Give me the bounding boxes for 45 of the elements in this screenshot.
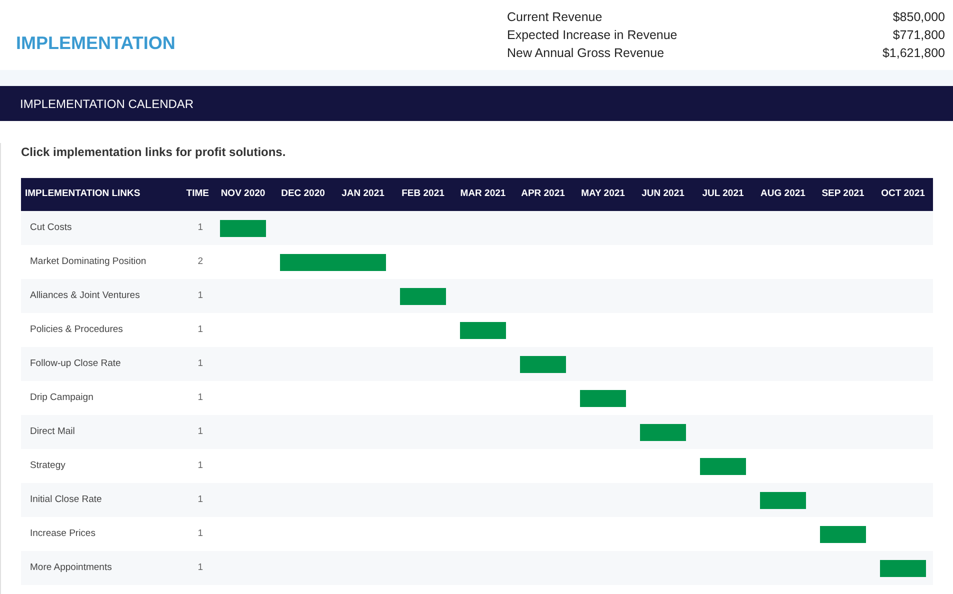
implementation-link[interactable]: More Appointments	[30, 562, 112, 573]
time-value: 2	[198, 256, 203, 267]
implementation-link[interactable]: Strategy	[30, 460, 66, 471]
column-header: DEC 2020	[273, 178, 333, 211]
column-header: MAR 2021	[453, 178, 513, 211]
column-header: TIME	[171, 178, 213, 211]
column-header: JAN 2021	[333, 178, 393, 211]
column-header: AUG 2021	[753, 178, 813, 211]
implementation-link[interactable]: Cut Costs	[30, 222, 72, 233]
column-header: JUL 2021	[693, 178, 753, 211]
implementation-link[interactable]: Follow-up Close Rate	[30, 358, 121, 369]
time-value: 1	[198, 426, 203, 437]
revenue-value: $850,000	[892, 9, 945, 26]
implementation-link[interactable]: Increase Prices	[30, 528, 96, 539]
time-value: 1	[198, 494, 203, 505]
revenue-label: Current Revenue	[507, 9, 602, 26]
revenue-label: New Annual Gross Revenue	[507, 45, 664, 62]
time-value: 1	[198, 358, 203, 369]
column-header: MAY 2021	[573, 178, 633, 211]
revenue-value: $1,621,800	[882, 45, 945, 62]
time-value: 1	[198, 222, 203, 233]
instruction-text: Click implementation links for profit solutions.	[21, 144, 287, 161]
column-header: JUN 2021	[633, 178, 693, 211]
column-header: NOV 2020	[213, 178, 273, 211]
implementation-link[interactable]: Direct Mail	[30, 426, 75, 437]
time-value: 1	[198, 562, 203, 573]
implementation-link[interactable]: Alliances & Joint Ventures	[30, 290, 140, 301]
implementation-link[interactable]: Policies & Procedures	[30, 324, 123, 335]
implementation-link[interactable]: Drip Campaign	[30, 392, 94, 403]
column-header: IMPLEMENTATION LINKS	[21, 178, 171, 211]
time-value: 1	[198, 392, 203, 403]
section-header: IMPLEMENTATION CALENDAR	[0, 86, 953, 121]
column-header: APR 2021	[513, 178, 573, 211]
column-header: FEB 2021	[393, 178, 453, 211]
page-title: IMPLEMENTATION	[16, 32, 176, 55]
time-value: 1	[198, 460, 203, 471]
implementation-link[interactable]: Market Dominating Position	[30, 256, 146, 267]
time-value: 1	[198, 324, 203, 335]
revenue-value: $771,800	[892, 27, 945, 44]
column-header: SEP 2021	[813, 178, 873, 211]
column-header: OCT 2021	[873, 178, 933, 211]
implementation-link[interactable]: Initial Close Rate	[30, 494, 102, 505]
time-value: 1	[198, 528, 203, 539]
time-value: 1	[198, 290, 203, 301]
revenue-label: Expected Increase in Revenue	[507, 27, 678, 44]
